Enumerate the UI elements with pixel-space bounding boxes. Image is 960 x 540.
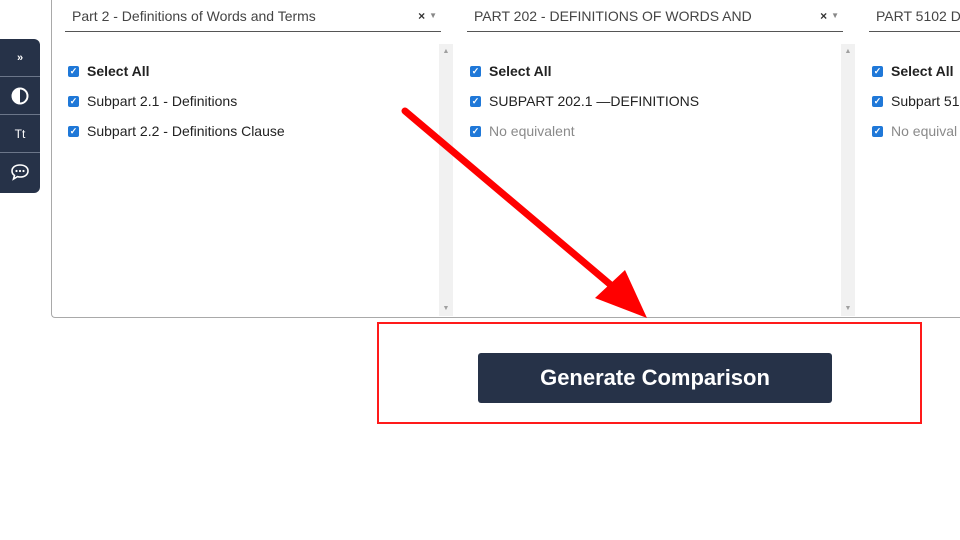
option-label: Select All	[891, 63, 954, 79]
option-label: Subpart 2.1 - Definitions	[87, 93, 238, 109]
dropdown-caret-icon[interactable]: ▼	[831, 11, 839, 20]
double-chevron-right-icon: »	[16, 51, 24, 64]
checkbox-checked-icon[interactable]: ✓	[872, 125, 883, 137]
option-label: Subpart 51	[891, 93, 960, 109]
list-scrollbar[interactable]: ▲ ▼	[439, 44, 453, 316]
checkbox-checked-icon[interactable]: ✓	[68, 125, 79, 137]
selected-part-text: Part 2 - Definitions of Words and Terms	[72, 7, 316, 24]
feedback-button[interactable]	[0, 153, 40, 191]
no-equivalent-option[interactable]: ✓ No equival	[872, 116, 960, 146]
clear-selection-icon[interactable]: ×	[418, 9, 425, 23]
scroll-up-icon[interactable]: ▲	[841, 48, 855, 55]
text-size-icon: Tt	[14, 126, 26, 141]
text-size-button[interactable]: Tt	[0, 115, 40, 153]
checkbox-checked-icon[interactable]: ✓	[872, 95, 883, 107]
subpart-list: ✓ Select All ✓ Subpart 51 ✓ No equival	[872, 56, 960, 146]
select-all-option[interactable]: ✓ Select All	[68, 56, 285, 86]
subpart-option[interactable]: ✓ Subpart 51	[872, 86, 960, 116]
regulation-column-2: PART 202 - DEFINITIONS OF WORDS AND × ▼ …	[467, 0, 857, 318]
part-select-1[interactable]: Part 2 - Definitions of Words and Terms …	[65, 0, 441, 32]
expand-toolbar-button[interactable]: »	[0, 39, 40, 77]
select-all-option[interactable]: ✓ Select All	[872, 56, 960, 86]
clear-selection-icon[interactable]: ×	[820, 9, 827, 23]
contrast-button[interactable]	[0, 77, 40, 115]
checkbox-checked-icon[interactable]: ✓	[68, 95, 79, 107]
subpart-option[interactable]: ✓ Subpart 2.1 - Definitions	[68, 86, 285, 116]
part-select-3[interactable]: PART 5102 D	[869, 0, 960, 32]
checkbox-checked-icon[interactable]: ✓	[68, 65, 79, 77]
checkbox-checked-icon[interactable]: ✓	[470, 65, 481, 77]
scroll-up-icon[interactable]: ▲	[439, 48, 453, 55]
checkbox-checked-icon[interactable]: ✓	[872, 65, 883, 77]
subpart-list: ✓ Select All ✓ SUBPART 202.1 —DEFINITION…	[470, 56, 699, 146]
list-scrollbar[interactable]: ▲ ▼	[841, 44, 855, 316]
no-equivalent-option[interactable]: ✓ No equivalent	[470, 116, 699, 146]
dropdown-caret-icon[interactable]: ▼	[429, 11, 437, 20]
option-label: Select All	[489, 63, 552, 79]
option-label: No equival	[891, 123, 958, 139]
subpart-option[interactable]: ✓ SUBPART 202.1 —DEFINITIONS	[470, 86, 699, 116]
option-label: No equivalent	[489, 123, 575, 139]
chat-bubble-icon	[11, 164, 29, 181]
option-label: Select All	[87, 63, 150, 79]
select-all-option[interactable]: ✓ Select All	[470, 56, 699, 86]
selected-part-text: PART 202 - DEFINITIONS OF WORDS AND	[474, 7, 752, 24]
scroll-down-icon[interactable]: ▼	[841, 305, 855, 312]
generate-comparison-button[interactable]: Generate Comparison	[478, 353, 832, 403]
option-label: Subpart 2.2 - Definitions Clause	[87, 123, 285, 139]
regulation-column-1: Part 2 - Definitions of Words and Terms …	[65, 0, 455, 318]
selected-part-text: PART 5102 D	[876, 7, 960, 24]
checkbox-checked-icon[interactable]: ✓	[470, 95, 481, 107]
subpart-list: ✓ Select All ✓ Subpart 2.1 - Definitions…	[68, 56, 285, 146]
contrast-icon	[11, 87, 29, 104]
accessibility-toolbar: » Tt	[0, 39, 40, 193]
option-label: SUBPART 202.1 —DEFINITIONS	[489, 93, 700, 109]
subpart-option[interactable]: ✓ Subpart 2.2 - Definitions Clause	[68, 116, 285, 146]
regulation-column-3: PART 5102 D ✓ Select All ✓ Subpart 51 ✓ …	[869, 0, 960, 318]
checkbox-checked-icon[interactable]: ✓	[470, 125, 481, 137]
part-select-2[interactable]: PART 202 - DEFINITIONS OF WORDS AND × ▼	[467, 0, 843, 32]
scroll-down-icon[interactable]: ▼	[439, 305, 453, 312]
